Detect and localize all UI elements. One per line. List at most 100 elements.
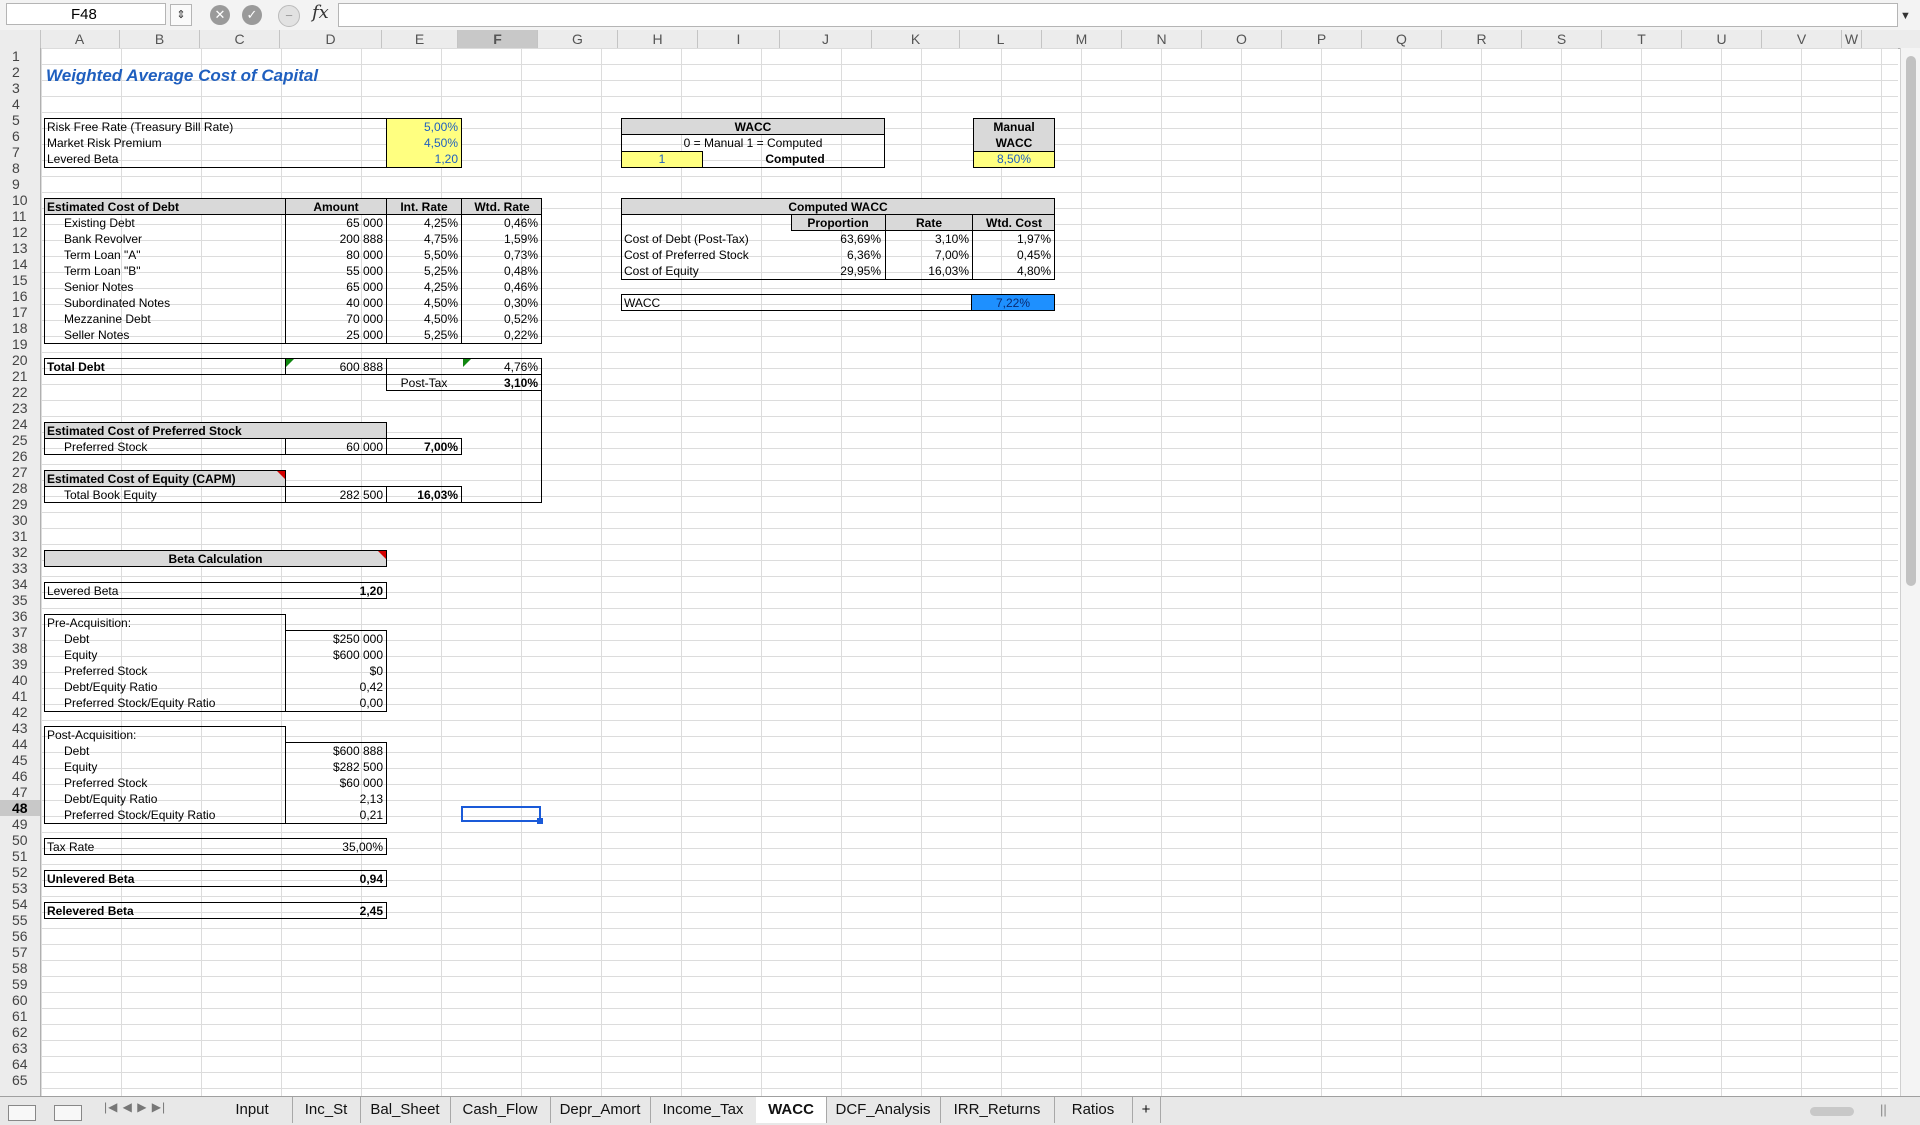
sheet-tab-inc-st[interactable]: Inc_St — [292, 1097, 361, 1123]
row-header-41[interactable]: 41 — [0, 688, 46, 704]
row-header-49[interactable]: 49 — [0, 816, 46, 832]
debt-item-wtd[interactable]: 0,46% — [462, 279, 538, 295]
sheet-tab-input[interactable]: Input — [212, 1097, 293, 1123]
column-header-t[interactable]: T — [1602, 30, 1682, 48]
row-header-45[interactable]: 45 — [0, 752, 46, 768]
manual-wacc-value[interactable]: 8,50% — [973, 151, 1055, 167]
row-header-3[interactable]: 3 — [0, 80, 46, 96]
row-header-48[interactable]: 48 — [0, 800, 40, 816]
row-header-54[interactable]: 54 — [0, 896, 46, 912]
row-header-31[interactable]: 31 — [0, 528, 46, 544]
row-header-33[interactable]: 33 — [0, 560, 46, 576]
column-header-i[interactable]: I — [698, 30, 780, 48]
row-header-61[interactable]: 61 — [0, 1008, 46, 1024]
row-header-43[interactable]: 43 — [0, 720, 46, 736]
row-header-29[interactable]: 29 — [0, 496, 46, 512]
debt-item-amount[interactable]: 65 000 — [285, 215, 383, 231]
split-handle-icon[interactable]: || — [1880, 1102, 1887, 1117]
row-header-64[interactable]: 64 — [0, 1056, 46, 1072]
debt-item-amount[interactable]: 40 000 — [285, 295, 383, 311]
wacc-switch-value[interactable]: 1 — [621, 151, 703, 167]
column-header-f[interactable]: F — [458, 30, 538, 48]
row-header-62[interactable]: 62 — [0, 1024, 46, 1040]
horizontal-scroll-thumb[interactable] — [1810, 1107, 1854, 1116]
debt-item-rate[interactable]: 4,50% — [386, 295, 458, 311]
sheet-tab-depr-amort[interactable]: Depr_Amort — [550, 1097, 651, 1123]
debt-item-rate[interactable]: 4,75% — [386, 231, 458, 247]
row-header-14[interactable]: 14 — [0, 256, 46, 272]
row-header-6[interactable]: 6 — [0, 128, 46, 144]
formula-builder-icon[interactable]: − — [278, 5, 300, 27]
row-header-39[interactable]: 39 — [0, 656, 46, 672]
row-header-35[interactable]: 35 — [0, 592, 46, 608]
debt-item-amount[interactable]: 200 888 — [285, 231, 383, 247]
add-sheet-button[interactable]: + — [1132, 1097, 1161, 1123]
column-header-d[interactable]: D — [280, 30, 382, 48]
computed-row-proportion[interactable]: 6,36% — [791, 247, 881, 263]
row-header-38[interactable]: 38 — [0, 640, 46, 656]
computed-row-rate[interactable]: 16,03% — [885, 263, 969, 279]
row-header-25[interactable]: 25 — [0, 432, 46, 448]
row-header-17[interactable]: 17 — [0, 304, 46, 320]
computed-row-proportion[interactable]: 63,69% — [791, 231, 881, 247]
row-header-7[interactable]: 7 — [0, 144, 46, 160]
computed-row-rate[interactable]: 3,10% — [885, 231, 969, 247]
debt-item-rate[interactable]: 4,25% — [386, 279, 458, 295]
sheet-nav-arrows-icon[interactable]: |◀ ◀ ▶ ▶| — [104, 1100, 166, 1114]
row-header-34[interactable]: 34 — [0, 576, 46, 592]
row-header-19[interactable]: 19 — [0, 336, 46, 352]
column-header-r[interactable]: R — [1442, 30, 1522, 48]
row-header-13[interactable]: 13 — [0, 240, 46, 256]
row-header-63[interactable]: 63 — [0, 1040, 46, 1056]
comment-indicator-icon[interactable] — [277, 471, 285, 479]
computed-row-rate[interactable]: 7,00% — [885, 247, 969, 263]
debt-item-rate[interactable]: 5,25% — [386, 327, 458, 343]
normal-view-icon[interactable] — [8, 1105, 36, 1121]
row-header-55[interactable]: 55 — [0, 912, 46, 928]
wacc-result-value[interactable]: 7,22% — [971, 295, 1055, 311]
sheet-tab-wacc[interactable]: WACC — [756, 1097, 827, 1123]
column-header-v[interactable]: V — [1762, 30, 1842, 48]
debt-item-rate[interactable]: 5,25% — [386, 263, 458, 279]
debt-item-wtd[interactable]: 0,73% — [462, 247, 538, 263]
debt-item-wtd[interactable]: 0,52% — [462, 311, 538, 327]
column-header-o[interactable]: O — [1202, 30, 1282, 48]
sheet-tab-income-tax[interactable]: Income_Tax — [650, 1097, 757, 1123]
row-header-15[interactable]: 15 — [0, 272, 46, 288]
debt-item-wtd[interactable]: 0,48% — [462, 263, 538, 279]
row-header-51[interactable]: 51 — [0, 848, 46, 864]
column-header-c[interactable]: C — [200, 30, 280, 48]
select-all-corner[interactable] — [0, 30, 41, 48]
row-header-42[interactable]: 42 — [0, 704, 46, 720]
page-layout-view-icon[interactable] — [54, 1105, 82, 1121]
row-header-46[interactable]: 46 — [0, 768, 46, 784]
debt-item-wtd[interactable]: 0,30% — [462, 295, 538, 311]
column-header-a[interactable]: A — [40, 30, 120, 48]
post-acq-item-value[interactable]: 2,13 — [285, 791, 383, 807]
fill-handle[interactable] — [537, 818, 543, 824]
debt-item-wtd[interactable]: 0,22% — [462, 327, 538, 343]
name-box-stepper-icon[interactable]: ⇕ — [170, 4, 192, 26]
row-header-30[interactable]: 30 — [0, 512, 46, 528]
pre-acq-item-value[interactable]: $600 000 — [285, 647, 383, 663]
row-header-58[interactable]: 58 — [0, 960, 46, 976]
row-header-22[interactable]: 22 — [0, 384, 46, 400]
post-acq-item-value[interactable]: 0,21 — [285, 807, 383, 823]
debt-item-amount[interactable]: 25 000 — [285, 327, 383, 343]
sheet-tab-dcf-analysis[interactable]: DCF_Analysis — [826, 1097, 941, 1123]
equity-rate[interactable]: 16,03% — [386, 487, 458, 503]
row-header-32[interactable]: 32 — [0, 544, 46, 560]
debt-item-amount[interactable]: 70 000 — [285, 311, 383, 327]
column-header-h[interactable]: H — [618, 30, 698, 48]
row-header-2[interactable]: 2 — [0, 64, 46, 80]
pre-acq-item-value[interactable]: $0 — [285, 663, 383, 679]
row-header-16[interactable]: 16 — [0, 288, 46, 304]
row-header-28[interactable]: 28 — [0, 480, 46, 496]
row-header-5[interactable]: 5 — [0, 112, 46, 128]
tax-rate-value[interactable]: 35,00% — [285, 839, 383, 855]
row-header-27[interactable]: 27 — [0, 464, 46, 480]
pre-acq-item-value[interactable]: 0,00 — [285, 695, 383, 711]
pre-acq-item-value[interactable]: 0,42 — [285, 679, 383, 695]
column-header-n[interactable]: N — [1122, 30, 1202, 48]
computed-row-cost[interactable]: 0,45% — [973, 247, 1051, 263]
